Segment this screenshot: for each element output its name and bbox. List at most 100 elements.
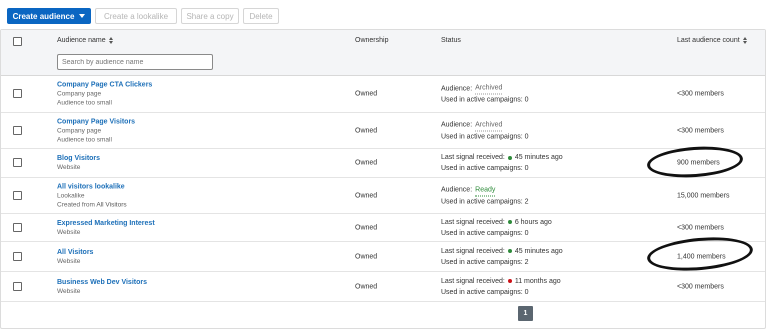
status-cell: Audience: Archived Used in active campai… bbox=[441, 83, 529, 106]
ownership-value: Owned bbox=[355, 90, 378, 98]
status-cell: Last signal received: 6 hours ago Used i… bbox=[441, 217, 552, 239]
status-cell: Last signal received: 45 minutes ago Use… bbox=[441, 246, 563, 268]
audience-count: <300 members bbox=[677, 90, 724, 98]
last-signal-time: 45 minutes ago bbox=[514, 154, 563, 161]
signal-dot-icon bbox=[507, 220, 512, 224]
audience-name-link[interactable]: Blog Visitors bbox=[57, 154, 100, 163]
audience-name-cell: Company Page Visitors Company page Audie… bbox=[57, 117, 135, 144]
table-row: All visitors lookalike Lookalike Created… bbox=[1, 178, 765, 214]
create-audience-label: Create audience bbox=[12, 11, 75, 21]
audience-table: Audience name Ownership Status Last audi… bbox=[0, 29, 766, 329]
create-audience-button[interactable]: Create audience bbox=[7, 8, 91, 24]
audience-name-cell: Business Web Dev Visitors Website bbox=[57, 278, 147, 296]
status-prefix: Audience: bbox=[441, 85, 473, 92]
status-prefix: Last signal received: bbox=[441, 154, 505, 161]
audience-name-link[interactable]: Company Page CTA Clickers bbox=[57, 81, 152, 90]
header-count-label: Last audience count bbox=[677, 37, 740, 44]
row-checkbox[interactable] bbox=[13, 222, 22, 232]
share-copy-button[interactable]: Share a copy bbox=[181, 8, 239, 24]
audience-origin: Created from All Visitors bbox=[57, 200, 127, 209]
audience-name-cell: Expressed Marketing Interest Website bbox=[57, 219, 155, 237]
audience-source: Lookalike bbox=[57, 192, 85, 199]
signal-dot-icon bbox=[507, 279, 512, 283]
header-audience-name-label: Audience name bbox=[57, 37, 106, 44]
signal-dot-icon bbox=[507, 155, 512, 160]
ownership-value: Owned bbox=[355, 283, 378, 290]
status-archived-link[interactable]: Archived bbox=[475, 119, 503, 131]
audience-name-link[interactable]: All Visitors bbox=[57, 248, 93, 257]
audience-note: Audience too small bbox=[57, 99, 112, 107]
table-row: Company Page CTA Clickers Company page A… bbox=[1, 76, 765, 113]
active-campaigns-text: Used in active campaigns: 2 bbox=[441, 198, 529, 205]
ownership-value: Owned bbox=[355, 127, 378, 134]
row-checkbox[interactable] bbox=[13, 190, 22, 200]
status-ready-link[interactable]: Ready bbox=[475, 184, 496, 196]
status-prefix: Audience: bbox=[441, 121, 473, 129]
sort-icon bbox=[108, 37, 113, 44]
audience-source: Company page bbox=[57, 127, 102, 134]
audience-count: <300 members bbox=[677, 283, 724, 290]
last-signal-time: 45 minutes ago bbox=[514, 247, 563, 255]
audience-source: Website bbox=[57, 287, 81, 295]
row-checkbox[interactable] bbox=[13, 158, 22, 167]
audience-name-link[interactable]: Business Web Dev Visitors bbox=[57, 278, 147, 287]
audience-source: Company page bbox=[57, 90, 102, 98]
search-input[interactable] bbox=[57, 54, 213, 70]
status-prefix: Last signal received: bbox=[441, 277, 505, 285]
audience-source: Website bbox=[57, 164, 81, 171]
status-prefix: Last signal received: bbox=[441, 218, 505, 226]
header-audience-name[interactable]: Audience name bbox=[57, 37, 113, 44]
source-audience-link[interactable]: All Visitors bbox=[96, 201, 126, 208]
status-cell: Audience: Ready Used in active campaigns… bbox=[441, 184, 529, 207]
row-checkbox[interactable] bbox=[13, 281, 22, 291]
status-cell: Last signal received: 11 months ago Used… bbox=[441, 276, 561, 298]
active-campaigns-text: Used in active campaigns: 0 bbox=[441, 96, 529, 104]
audience-source: Website bbox=[57, 228, 81, 236]
row-checkbox[interactable] bbox=[13, 89, 22, 98]
active-campaigns-text: Used in active campaigns: 0 bbox=[441, 288, 529, 296]
row-checkbox[interactable] bbox=[13, 125, 22, 135]
audience-name-link[interactable]: All visitors lookalike bbox=[57, 182, 127, 191]
create-lookalike-button[interactable]: Create a lookalike bbox=[95, 8, 177, 24]
table-header: Audience name Ownership Status Last audi… bbox=[1, 30, 765, 76]
audience-name-cell: Blog Visitors Website bbox=[57, 154, 100, 172]
audience-count: <300 members bbox=[677, 224, 724, 231]
header-status-label: Status bbox=[441, 37, 461, 44]
header-ownership-label: Ownership bbox=[355, 37, 389, 44]
pagination-page-button[interactable]: 1 bbox=[518, 306, 533, 321]
ownership-value: Owned bbox=[355, 192, 378, 199]
created-from-prefix: Created from bbox=[57, 201, 97, 208]
table-row: Expressed Marketing Interest Website Own… bbox=[1, 214, 765, 242]
status-prefix: Audience: bbox=[441, 186, 473, 194]
audience-count: <300 members bbox=[677, 127, 724, 134]
table-row: Business Web Dev Visitors Website Owned … bbox=[1, 272, 765, 302]
audience-name-cell: Company Page CTA Clickers Company page A… bbox=[57, 81, 152, 108]
header-ownership: Ownership bbox=[355, 37, 388, 44]
audience-name-cell: All visitors lookalike Lookalike Created… bbox=[57, 182, 127, 209]
signal-dot-icon bbox=[507, 249, 512, 253]
delete-button[interactable]: Delete bbox=[243, 8, 279, 24]
audience-name-cell: All Visitors Website bbox=[57, 248, 93, 266]
header-last-audience-count[interactable]: Last audience count bbox=[677, 37, 747, 44]
chevron-down-icon bbox=[79, 14, 86, 18]
last-signal-time: 6 hours ago bbox=[514, 218, 552, 226]
audience-source: Website bbox=[57, 257, 81, 265]
status-cell: Last signal received: 45 minutes ago Use… bbox=[441, 152, 563, 174]
ownership-value: Owned bbox=[355, 224, 378, 231]
ownership-value: Owned bbox=[355, 253, 378, 260]
select-all-checkbox[interactable] bbox=[13, 37, 22, 46]
row-checkbox[interactable] bbox=[13, 251, 22, 261]
status-cell: Audience: Archived Used in active campai… bbox=[441, 119, 529, 142]
table-row: Company Page Visitors Company page Audie… bbox=[1, 113, 765, 149]
header-status: Status bbox=[441, 37, 461, 44]
active-campaigns-text: Used in active campaigns: 0 bbox=[441, 165, 529, 172]
audience-name-link[interactable]: Expressed Marketing Interest bbox=[57, 219, 155, 228]
status-prefix: Last signal received: bbox=[441, 247, 505, 255]
active-campaigns-text: Used in active campaigns: 2 bbox=[441, 258, 529, 266]
active-campaigns-text: Used in active campaigns: 0 bbox=[441, 229, 529, 237]
status-archived-link[interactable]: Archived bbox=[475, 83, 503, 95]
audience-count: 15,000 members bbox=[677, 192, 730, 199]
last-signal-time: 11 months ago bbox=[514, 277, 561, 285]
audience-name-link[interactable]: Company Page Visitors bbox=[57, 117, 135, 126]
sort-icon bbox=[742, 37, 747, 44]
